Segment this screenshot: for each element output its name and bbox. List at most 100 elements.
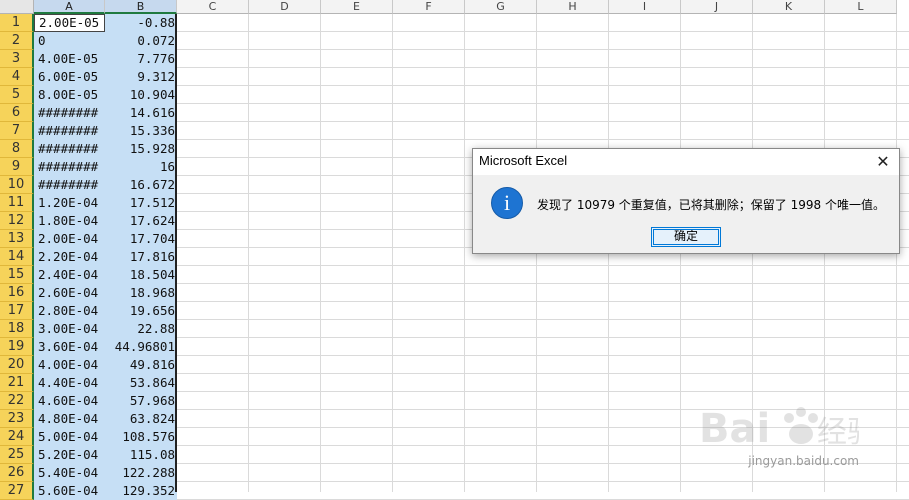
row-header[interactable]: 25 xyxy=(0,446,34,464)
cell-a[interactable]: 2.00E-04 xyxy=(34,230,105,248)
cell-b[interactable]: 17.512 xyxy=(105,194,177,212)
cell-b[interactable]: 15.928 xyxy=(105,140,177,158)
cell-a[interactable]: ######## xyxy=(34,104,105,122)
row-header[interactable]: 5 xyxy=(0,86,34,104)
row-header[interactable]: 12 xyxy=(0,212,34,230)
cell-b[interactable]: 17.624 xyxy=(105,212,177,230)
cell-b[interactable]: 17.816 xyxy=(105,248,177,266)
row-header[interactable]: 8 xyxy=(0,140,34,158)
row-header[interactable]: 14 xyxy=(0,248,34,266)
cell-b[interactable]: 57.968 xyxy=(105,392,177,410)
column-header-j[interactable]: J xyxy=(681,0,753,14)
cell-a[interactable]: ######## xyxy=(34,122,105,140)
cell-b[interactable]: 44.96801 xyxy=(105,338,177,356)
cell-a[interactable]: 1.80E-04 xyxy=(34,212,105,230)
cell-a[interactable]: 3.60E-04 xyxy=(34,338,105,356)
cell-a[interactable]: 2.00E-05 xyxy=(34,14,105,32)
row-header[interactable]: 7 xyxy=(0,122,34,140)
row-header[interactable]: 26 xyxy=(0,464,34,482)
column-header-h[interactable]: H xyxy=(537,0,609,14)
watermark-url: jingyan.baidu.com xyxy=(748,454,859,468)
cell-b[interactable]: -0.88 xyxy=(105,14,177,32)
row-header[interactable]: 10 xyxy=(0,176,34,194)
gridline xyxy=(177,49,909,50)
column-header-g[interactable]: G xyxy=(465,0,537,14)
row-header[interactable]: 20 xyxy=(0,356,34,374)
row-header[interactable]: 27 xyxy=(0,482,34,500)
row-header[interactable]: 17 xyxy=(0,302,34,320)
row-header[interactable]: 19 xyxy=(0,338,34,356)
cell-b[interactable]: 22.88 xyxy=(105,320,177,338)
row-header[interactable]: 2 xyxy=(0,32,34,50)
row-header[interactable]: 3 xyxy=(0,50,34,68)
cell-b[interactable]: 129.352 xyxy=(105,482,177,500)
column-header-i[interactable]: I xyxy=(609,0,681,14)
cell-a[interactable]: 4.00E-05 xyxy=(34,50,105,68)
row-header[interactable]: 15 xyxy=(0,266,34,284)
cell-b[interactable]: 19.656 xyxy=(105,302,177,320)
cell-a[interactable]: 2.40E-04 xyxy=(34,266,105,284)
cell-b[interactable]: 53.864 xyxy=(105,374,177,392)
column-header-d[interactable]: D xyxy=(249,0,321,14)
row-header[interactable]: 23 xyxy=(0,410,34,428)
column-header-e[interactable]: E xyxy=(321,0,393,14)
cell-b[interactable]: 108.576 xyxy=(105,428,177,446)
column-header-k[interactable]: K xyxy=(753,0,825,14)
cell-b[interactable]: 18.968 xyxy=(105,284,177,302)
cell-b[interactable]: 15.336 xyxy=(105,122,177,140)
dialog-titlebar[interactable]: Microsoft Excel ✕ xyxy=(473,149,899,175)
cell-a[interactable]: 6.00E-05 xyxy=(34,68,105,86)
row-header[interactable]: 13 xyxy=(0,230,34,248)
cell-b[interactable]: 7.776 xyxy=(105,50,177,68)
cell-b[interactable]: 122.288 xyxy=(105,464,177,482)
cell-a[interactable]: 4.80E-04 xyxy=(34,410,105,428)
cell-b[interactable]: 16.672 xyxy=(105,176,177,194)
row-header[interactable]: 18 xyxy=(0,320,34,338)
cell-a[interactable]: 1.20E-04 xyxy=(34,194,105,212)
column-header-b[interactable]: B xyxy=(105,0,177,14)
column-header-a[interactable]: A xyxy=(34,0,105,14)
cell-b[interactable]: 63.824 xyxy=(105,410,177,428)
cell-b[interactable]: 0.072 xyxy=(105,32,177,50)
svg-text:Bai: Bai xyxy=(699,406,770,452)
column-header-f[interactable]: F xyxy=(393,0,465,14)
cell-a[interactable]: 2.80E-04 xyxy=(34,302,105,320)
cell-a[interactable]: ######## xyxy=(34,176,105,194)
cell-a[interactable]: 2.60E-04 xyxy=(34,284,105,302)
row-header[interactable]: 6 xyxy=(0,104,34,122)
row-header[interactable]: 4 xyxy=(0,68,34,86)
cell-a[interactable]: 2.20E-04 xyxy=(34,248,105,266)
cell-a[interactable]: 5.00E-04 xyxy=(34,428,105,446)
cell-a[interactable]: ######## xyxy=(34,140,105,158)
cell-a[interactable]: 8.00E-05 xyxy=(34,86,105,104)
ok-button[interactable]: 确定 xyxy=(651,227,721,247)
row-header[interactable]: 22 xyxy=(0,392,34,410)
cell-a[interactable]: 4.60E-04 xyxy=(34,392,105,410)
cell-b[interactable]: 18.504 xyxy=(105,266,177,284)
cell-b[interactable]: 10.904 xyxy=(105,86,177,104)
cell-a[interactable]: 5.20E-04 xyxy=(34,446,105,464)
cell-a[interactable]: 0 xyxy=(34,32,105,50)
row-header[interactable]: 9 xyxy=(0,158,34,176)
row-header[interactable]: 11 xyxy=(0,194,34,212)
cell-b[interactable]: 49.816 xyxy=(105,356,177,374)
row-header[interactable]: 24 xyxy=(0,428,34,446)
cell-b[interactable]: 115.08 xyxy=(105,446,177,464)
cell-b[interactable]: 9.312 xyxy=(105,68,177,86)
cell-a[interactable]: 5.60E-04 xyxy=(34,482,105,500)
cell-a[interactable]: ######## xyxy=(34,158,105,176)
row-header[interactable]: 1 xyxy=(0,14,34,32)
cell-b[interactable]: 14.616 xyxy=(105,104,177,122)
cell-a[interactable]: 5.40E-04 xyxy=(34,464,105,482)
cell-b[interactable]: 17.704 xyxy=(105,230,177,248)
cell-b[interactable]: 16 xyxy=(105,158,177,176)
select-all-corner[interactable] xyxy=(0,0,34,14)
close-icon[interactable]: ✕ xyxy=(873,152,893,172)
row-header[interactable]: 21 xyxy=(0,374,34,392)
column-header-l[interactable]: L xyxy=(825,0,897,14)
cell-a[interactable]: 4.00E-04 xyxy=(34,356,105,374)
cell-a[interactable]: 3.00E-04 xyxy=(34,320,105,338)
column-header-c[interactable]: C xyxy=(177,0,249,14)
row-header[interactable]: 16 xyxy=(0,284,34,302)
cell-a[interactable]: 4.40E-04 xyxy=(34,374,105,392)
